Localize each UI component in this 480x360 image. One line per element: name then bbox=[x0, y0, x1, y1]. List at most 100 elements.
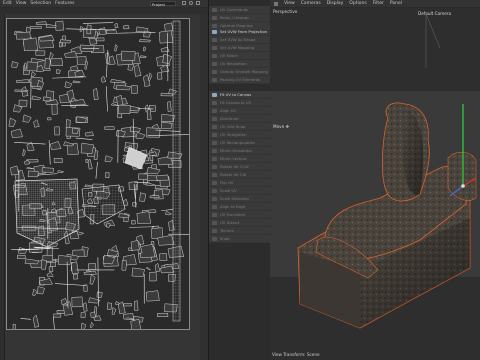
viewport-menu-options[interactable]: Options bbox=[349, 0, 366, 7]
command-label: UV Grid Snap bbox=[220, 124, 246, 129]
viewport-menu-panel[interactable]: Panel bbox=[390, 0, 402, 7]
command-item[interactable]: Rotate 90 CCW bbox=[209, 163, 271, 171]
command-item[interactable]: Packing UV Elements bbox=[209, 76, 271, 84]
command-item[interactable]: Snap bbox=[209, 235, 271, 243]
perspective-viewport[interactable]: Perspective Default Camera Move ✥ View T… bbox=[270, 8, 480, 360]
uv-island bbox=[36, 21, 47, 25]
uv-island bbox=[53, 157, 63, 163]
viewport-menu-icon[interactable] bbox=[274, 1, 278, 6]
command-item[interactable]: Unwrap Smooth Mapping bbox=[209, 68, 271, 76]
command-label: Align to Edge bbox=[220, 204, 246, 209]
settings-icon[interactable] bbox=[189, 1, 193, 5]
uv-menu-selection[interactable]: Selection bbox=[30, 0, 51, 7]
uv-island bbox=[27, 170, 39, 178]
viewport-menu-display[interactable]: Display bbox=[327, 0, 344, 7]
uv-island bbox=[71, 261, 79, 274]
command-item[interactable]: Rotate 90 CW bbox=[209, 171, 271, 179]
uv-islands bbox=[8, 20, 189, 329]
expand-icon[interactable] bbox=[196, 1, 200, 5]
texture-select[interactable]: Project bbox=[150, 1, 176, 7]
command-label: UV Commands bbox=[220, 7, 249, 12]
uv-seam-line bbox=[161, 208, 174, 212]
command-item[interactable]: Mirror Vertical bbox=[209, 155, 271, 163]
viewport-menu-filter[interactable]: Filter bbox=[373, 0, 384, 7]
command-label: Set UVW Mapping bbox=[220, 45, 255, 50]
command-item[interactable]: Terrace bbox=[209, 227, 271, 235]
uv-island bbox=[53, 313, 62, 318]
command-item[interactable]: Distribute bbox=[209, 115, 271, 123]
viewport-menu-view[interactable]: View bbox=[284, 0, 295, 7]
uv-island bbox=[80, 322, 87, 329]
command-item[interactable]: UV Distort bbox=[209, 219, 271, 227]
command-item[interactable]: Flip UV bbox=[209, 179, 271, 187]
command-item[interactable]: Fit Canvas to UV bbox=[209, 99, 271, 107]
command-item[interactable]: Relax / Unwrap bbox=[209, 14, 271, 22]
uv-island bbox=[159, 252, 168, 261]
uv-menu-features[interactable]: Features bbox=[55, 0, 74, 7]
uv-canvas[interactable] bbox=[6, 18, 190, 330]
command-label: Relax / Unwrap bbox=[220, 15, 249, 20]
uv-island bbox=[29, 26, 42, 29]
uv-island bbox=[131, 219, 136, 225]
command-label: Scale Selection bbox=[220, 196, 249, 201]
command-label: UV Stitch bbox=[220, 53, 238, 58]
command-item[interactable]: UV Commands bbox=[209, 6, 271, 14]
uv-scrollbar[interactable] bbox=[200, 14, 208, 360]
command-item[interactable]: Fit UV to Canvas bbox=[209, 91, 271, 99]
uv-island bbox=[24, 258, 40, 265]
uv-seam-line bbox=[37, 173, 58, 176]
command-item[interactable]: Set UVW Mapping bbox=[209, 44, 271, 52]
uv-island bbox=[84, 131, 94, 137]
uv-island bbox=[63, 141, 75, 147]
uv-island bbox=[139, 192, 147, 202]
uv-island bbox=[64, 81, 73, 88]
uv-island bbox=[12, 323, 16, 329]
command-item[interactable]: Set UVW As Shape bbox=[209, 36, 271, 44]
uv-island bbox=[114, 22, 119, 29]
uv-seam-line bbox=[105, 86, 108, 112]
uv-menu-view[interactable]: View bbox=[16, 0, 27, 7]
command-item[interactable]: UV Rectangularize bbox=[209, 139, 271, 147]
lock-icon[interactable] bbox=[182, 1, 186, 5]
uv-island bbox=[98, 27, 107, 35]
command-icon bbox=[212, 124, 217, 129]
uv-island bbox=[162, 53, 173, 64]
command-item[interactable]: Set UVW From Projection bbox=[209, 28, 271, 36]
command-item[interactable]: UV Straighten bbox=[209, 131, 271, 139]
command-label: UV Distort bbox=[220, 220, 240, 225]
command-item[interactable]: UV Transform bbox=[209, 211, 271, 219]
command-icon bbox=[212, 108, 217, 113]
uv-menu-edit[interactable]: Edit bbox=[3, 0, 12, 7]
command-item[interactable]: UV Grid Snap bbox=[209, 123, 271, 131]
sphinx-model[interactable] bbox=[270, 8, 480, 360]
uv-island bbox=[160, 46, 170, 53]
uv-seam-line bbox=[82, 22, 114, 24]
uv-island bbox=[136, 211, 152, 225]
uv-island bbox=[38, 35, 55, 42]
command-item[interactable]: Align to Edge bbox=[209, 203, 271, 211]
uv-island bbox=[146, 166, 161, 175]
uv-island bbox=[151, 227, 164, 239]
viewport-menu-cameras[interactable]: Cameras bbox=[301, 0, 321, 7]
uv-island bbox=[10, 165, 20, 176]
uv-island bbox=[96, 37, 105, 42]
uv-island bbox=[57, 255, 72, 266]
command-item[interactable]: Align UV bbox=[209, 107, 271, 115]
command-label: Set UVW As Shape bbox=[220, 37, 256, 42]
uv-island-mid bbox=[81, 184, 126, 225]
command-item[interactable]: UV Relaxation bbox=[209, 60, 271, 68]
uv-island bbox=[51, 103, 58, 115]
command-item[interactable]: Scale Selection bbox=[209, 195, 271, 203]
uv-island bbox=[135, 131, 146, 140]
command-item[interactable]: Mirror Horizontal bbox=[209, 147, 271, 155]
command-item[interactable]: Scale UV bbox=[209, 187, 271, 195]
command-item[interactable]: UV Stitch bbox=[209, 52, 271, 60]
uv-island bbox=[15, 31, 31, 40]
command-icon bbox=[212, 53, 217, 58]
uv-seam-line bbox=[55, 283, 86, 286]
uv-seam-line bbox=[20, 318, 31, 320]
command-group-2: Set UVW From Projection Set UVW As Shape S… bbox=[209, 28, 271, 84]
command-icon bbox=[212, 116, 217, 121]
uv-island bbox=[139, 39, 151, 43]
uv-island bbox=[71, 296, 83, 308]
